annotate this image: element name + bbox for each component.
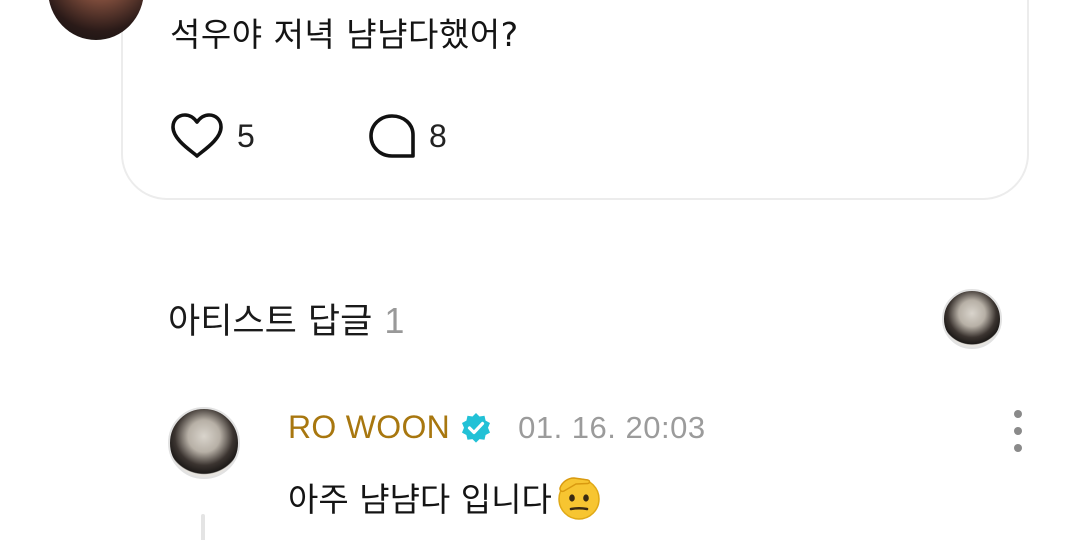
comment-thread-view: 석우야 저녁 냠냠다했어? 5 8 아티스트 답글 1 RO WOON 01. … [0, 0, 1080, 540]
artist-avatar[interactable] [942, 289, 1002, 349]
comment-button[interactable]: 8 [367, 110, 447, 162]
like-count: 5 [237, 117, 255, 154]
artist-replies-title: 아티스트 답글 [168, 302, 373, 342]
reply-meta: RO WOON 01. 16. 20:03 [288, 409, 706, 446]
thread-line [201, 514, 205, 540]
artist-replies-header: 아티스트 답글 1 [168, 293, 404, 344]
more-dot [1014, 444, 1022, 452]
saluting-face-icon [558, 477, 600, 520]
reply-timestamp: 01. 16. 20:03 [518, 409, 706, 445]
reply-more-button[interactable] [1008, 410, 1028, 452]
artist-replies-count: 1 [384, 300, 405, 341]
post-text: 석우야 저녁 냠냠다했어? [170, 15, 519, 54]
heart-outline-icon [171, 113, 223, 158]
reply-body: 아주 냠냠다 입니다 [288, 472, 604, 522]
verified-badge-icon [462, 412, 491, 443]
reply-author-name[interactable]: RO WOON [288, 409, 450, 446]
speech-bubble-outline-icon [369, 114, 415, 158]
reply-author-avatar[interactable] [168, 407, 240, 479]
like-button[interactable]: 5 [169, 110, 255, 162]
reply-text: 아주 냠냠다 입니다 [288, 480, 552, 519]
comment-count: 8 [429, 117, 447, 154]
more-dot [1014, 410, 1022, 418]
more-dot [1014, 427, 1022, 435]
